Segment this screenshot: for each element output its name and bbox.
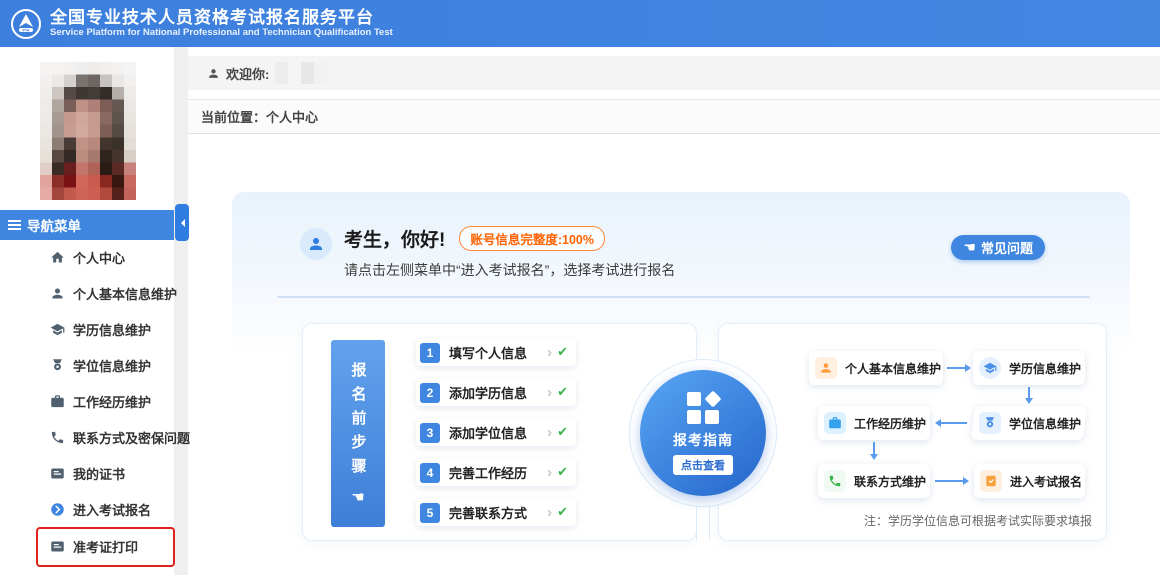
sidebar-item-contact-security[interactable]: 联系方式及密保问题 (0, 423, 174, 451)
degree-medal-icon (979, 412, 1001, 434)
user-icon (815, 357, 837, 379)
chevron-right-icon: › (547, 465, 552, 480)
user-icon (50, 286, 65, 301)
chevron-right-icon: › (547, 385, 552, 400)
step-add-education[interactable]: 2 添加学历信息 › ✔ (416, 379, 576, 406)
svg-text:PTA: PTA (23, 28, 30, 32)
briefcase-icon (824, 412, 846, 434)
sidebar-item-enter-exam[interactable]: 进入考试报名 (0, 495, 174, 523)
steps-banner: 报名前步骤 ☚ (331, 340, 385, 527)
username-redacted (275, 62, 327, 84)
flow-node-contact[interactable]: 联系方式维护 (818, 464, 930, 498)
flow-arrow-down (873, 442, 875, 458)
greeting-title: 考生，你好! (344, 225, 445, 252)
sidebar-gutter (174, 47, 188, 575)
app-header: PTA 全国专业技术人员资格考试报名服务平台 Service Platform … (0, 0, 1160, 47)
app-title: 全国专业技术人员资格考试报名服务平台 (50, 8, 393, 28)
avatar (300, 228, 332, 260)
sidebar-collapse-toggle[interactable] (175, 204, 189, 241)
account-completeness-badge: 账号信息完整度:100% (459, 226, 605, 251)
sidebar-item-education-info[interactable]: 学历信息维护 (0, 315, 174, 343)
flow-node-work-history[interactable]: 工作经历维护 (818, 406, 930, 440)
pta-emblem-icon: PTA (10, 8, 42, 40)
breadcrumb-label: 当前位置：个人中心 (201, 107, 318, 126)
check-icon: ✔ (557, 345, 568, 360)
exam-guide-button[interactable]: 报考指南 点击查看 (640, 370, 766, 496)
sidebar-item-personal-center[interactable]: 个人中心 (0, 243, 174, 271)
check-icon: ✔ (557, 465, 568, 480)
flow-node-basic-info[interactable]: 个人基本信息维护 (809, 351, 943, 385)
steps-banner-label: 报名前步骤 (348, 362, 369, 482)
guide-view-button[interactable]: 点击查看 (673, 455, 733, 475)
sidebar-item-admission-ticket-print[interactable]: 准考证打印 (0, 532, 174, 560)
check-icon: ✔ (557, 505, 568, 520)
sidebar-item-my-certificates[interactable]: 我的证书 (0, 459, 174, 487)
flow-arrow-right (935, 480, 967, 482)
chevron-right-icon: › (547, 505, 552, 520)
nav-menu-title: 导航菜单 (27, 215, 81, 235)
degree-medal-icon (50, 358, 65, 373)
avatar-photo (40, 62, 136, 200)
sidebar-item-basic-info[interactable]: 个人基本信息维护 (0, 279, 174, 307)
graduation-cap-icon (50, 322, 65, 337)
nav-menu-header: 导航菜单 (0, 210, 174, 240)
check-icon: ✔ (557, 425, 568, 440)
faq-button[interactable]: ☚ 常见问题 (951, 235, 1045, 260)
briefcase-icon (50, 394, 65, 409)
admission-ticket-icon (50, 539, 65, 554)
check-icon: ✔ (557, 385, 568, 400)
flow-node-enter-exam[interactable]: 进入考试报名 (974, 464, 1085, 498)
pointing-hand-icon: ☚ (351, 488, 364, 506)
pointing-hand-icon: ☚ (963, 240, 976, 256)
hamburger-icon (8, 220, 21, 230)
app-subtitle: Service Platform for National Profession… (50, 28, 393, 39)
flow-node-degree[interactable]: 学位信息维护 (971, 406, 1087, 440)
breadcrumb: 当前位置：个人中心 (188, 99, 1160, 134)
guide-grid-icon (687, 392, 720, 425)
exam-entry-icon (980, 470, 1002, 492)
home-icon (50, 250, 65, 265)
step-complete-work-history[interactable]: 4 完善工作经历 › ✔ (416, 459, 576, 486)
personal-center-panel: 考生，你好! 账号信息完整度:100% 请点击左侧菜单中“进入考试报名”，选择考… (232, 192, 1130, 575)
welcome-label: 欢迎你: (226, 64, 269, 83)
greeting-subtitle: 请点击左侧菜单中“进入考试报名”，选择考试进行报名 (344, 260, 675, 280)
step-complete-contact[interactable]: 5 完善联系方式 › ✔ (416, 499, 576, 526)
chevron-right-icon: › (547, 345, 552, 360)
step-add-degree[interactable]: 3 添加学位信息 › ✔ (416, 419, 576, 446)
enter-exam-icon (50, 502, 65, 517)
sidebar-item-degree-info[interactable]: 学位信息维护 (0, 351, 174, 379)
phone-icon (824, 470, 846, 492)
flow-arrow-left (937, 422, 967, 424)
chevron-left-icon (177, 219, 185, 227)
welcome-bar: 欢迎你: (188, 56, 1160, 90)
section-divider (277, 296, 1090, 298)
user-icon (207, 67, 220, 80)
flow-node-education[interactable]: 学历信息维护 (973, 351, 1085, 385)
graduation-cap-icon (979, 357, 1001, 379)
flow-arrow-down (1028, 387, 1030, 402)
step-fill-personal-info[interactable]: 1 填写个人信息 › ✔ (416, 339, 576, 366)
chevron-right-icon: › (547, 425, 552, 440)
user-icon (307, 235, 325, 253)
phone-icon (50, 430, 65, 445)
flow-arrow-right (947, 367, 969, 369)
certificate-icon (50, 466, 65, 481)
page: PTA 全国专业技术人员资格考试报名服务平台 Service Platform … (0, 0, 1160, 575)
guide-title: 报考指南 (673, 430, 733, 450)
sidebar-item-work-history[interactable]: 工作经历维护 (0, 387, 174, 415)
flow-note: 注：学历学位信息可根据考试实际要求填报 (864, 512, 1092, 529)
sidebar: 导航菜单 个人中心 个人基本信息维护 学历信息维护 学位信息维护 工作经历维护 … (0, 47, 174, 575)
